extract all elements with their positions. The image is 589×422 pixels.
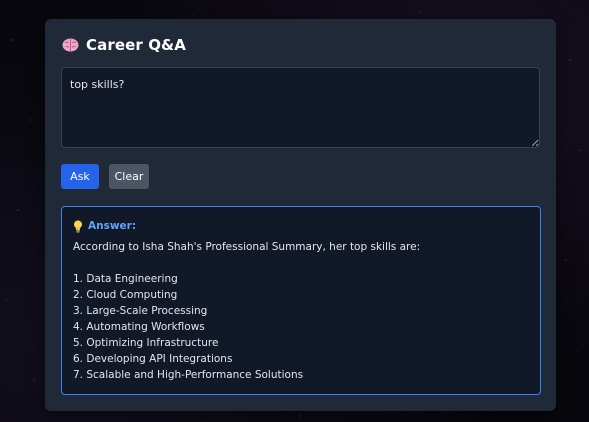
qa-card: Career Q&A top skills? Ask Clear Answer:… <box>45 19 556 411</box>
list-item: 6. Developing API Integrations <box>73 353 233 365</box>
list-item: 2. Cloud Computing <box>73 289 178 301</box>
ask-button[interactable]: Ask <box>61 164 99 189</box>
title-row: Career Q&A <box>62 36 186 54</box>
list-item: 5. Optimizing Infrastructure <box>73 337 219 349</box>
list-item: 4. Automating Workflows <box>73 321 205 333</box>
clear-button[interactable]: Clear <box>109 164 149 189</box>
question-input[interactable]: top skills? <box>61 67 540 148</box>
answer-label: Answer: <box>88 220 137 232</box>
list-item: 3. Large-Scale Processing <box>73 305 208 317</box>
answer-header: Answer: <box>73 219 529 233</box>
lightbulb-icon <box>73 220 83 233</box>
answer-panel: Answer: According to Isha Shah's Profess… <box>61 206 541 395</box>
answer-intro: According to Isha Shah's Professional Su… <box>73 241 421 253</box>
skill-list: 1. Data Engineering 2. Cloud Computing 3… <box>73 271 529 383</box>
list-item: 1. Data Engineering <box>73 273 178 285</box>
page-title: Career Q&A <box>86 36 186 54</box>
brain-icon <box>62 38 79 52</box>
list-item: 7. Scalable and High-Performance Solutio… <box>73 369 304 381</box>
